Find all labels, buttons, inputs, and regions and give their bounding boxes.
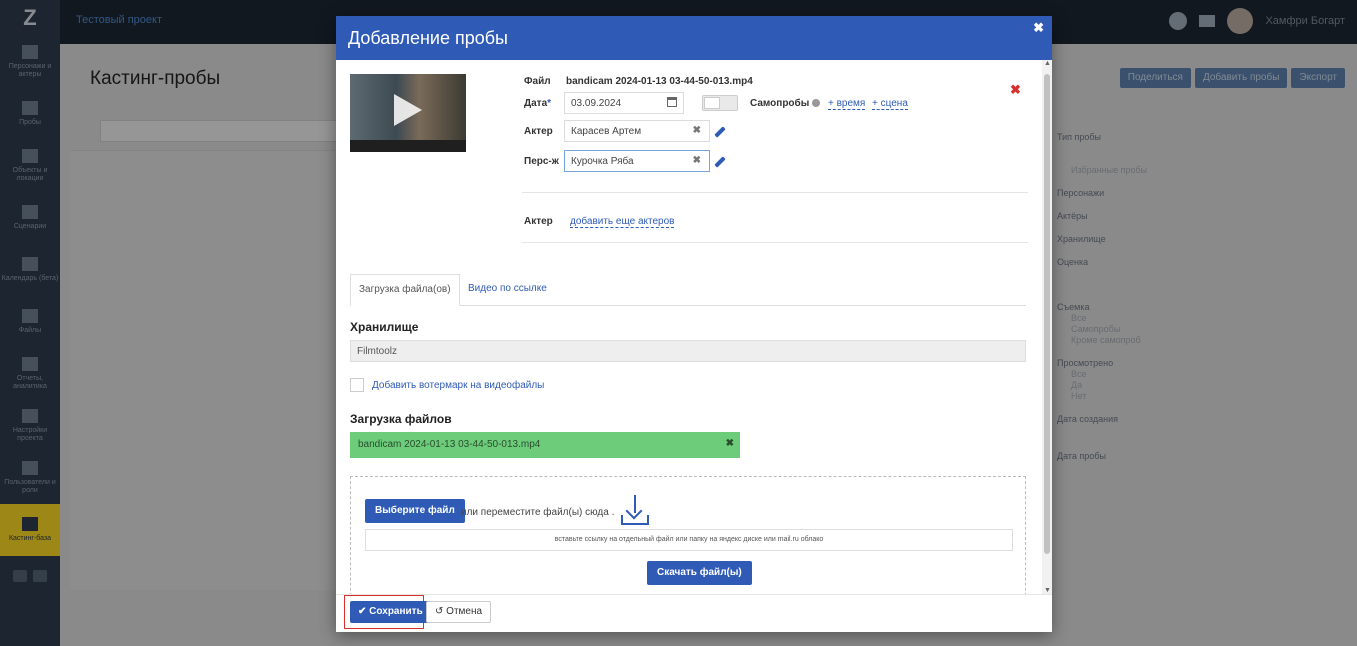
cancel-label: Отмена (446, 606, 483, 617)
remove-uploaded-icon[interactable]: ✖ (726, 438, 734, 449)
toggle-knob (704, 97, 720, 109)
add-more-actors-link[interactable]: добавить еще актеров (570, 216, 675, 228)
modal-title: Добавление пробы (348, 28, 508, 48)
video-frame-band (350, 140, 466, 152)
modal-scrollbar[interactable]: ▲ ▼ (1042, 60, 1052, 594)
drop-zone[interactable]: Выберите файл или переместите файл(ы) сю… (350, 476, 1026, 594)
date-label: Дата* (524, 98, 551, 109)
character-field[interactable]: Курочка Ряба ✖ (564, 150, 710, 172)
modal-body: Файл bandicam 2024-01-13 03-44-50-013.mp… (336, 60, 1042, 594)
save-label: Сохранить (369, 606, 423, 617)
tab-video-link[interactable]: Видео по ссылке (460, 274, 555, 306)
actor-field[interactable]: Карасев Артем ✖ (564, 120, 710, 142)
edit-actor-icon[interactable] (714, 126, 726, 138)
character-value: Курочка Ряба (571, 156, 634, 167)
scroll-up-icon[interactable]: ▲ (1044, 60, 1051, 67)
self-probe-toggle[interactable] (702, 95, 738, 111)
play-icon[interactable] (394, 94, 422, 126)
edit-character-icon[interactable] (714, 156, 726, 168)
watermark-checkbox[interactable] (350, 378, 364, 392)
date-field[interactable]: 03.09.2024 (564, 92, 684, 114)
choose-file-button[interactable]: Выберите файл (365, 499, 465, 523)
upload-tabs: Загрузка файла(ов) Видео по ссылке (350, 274, 1026, 306)
download-icon-tray (621, 515, 649, 525)
clear-character-icon[interactable]: ✖ (693, 155, 701, 166)
date-label-text: Дата (524, 98, 548, 109)
close-icon[interactable]: ✖ (1033, 20, 1044, 36)
file-name: bandicam 2024-01-13 03-44-50-013.mp4 (566, 76, 753, 87)
divider (522, 192, 1028, 193)
scroll-thumb[interactable] (1044, 74, 1050, 554)
storage-field: Filmtoolz (350, 340, 1026, 362)
clear-actor-icon[interactable]: ✖ (693, 125, 701, 136)
storage-title: Хранилище (350, 320, 419, 334)
file-label: Файл (524, 76, 551, 87)
actor2-label: Актер (524, 216, 553, 227)
required-mark: * (547, 98, 552, 109)
uploaded-file-name: bandicam 2024-01-13 03-44-50-013.mp4 (358, 439, 541, 450)
character-label: Перс-ж (524, 156, 559, 167)
self-probe-text: Самопробы (750, 98, 810, 109)
divider (522, 242, 1028, 243)
download-files-button[interactable]: Скачать файл(ы) (647, 561, 752, 585)
video-thumbnail[interactable] (350, 74, 466, 152)
remove-file-icon[interactable]: ✖ (1010, 82, 1021, 98)
calendar-icon[interactable] (667, 97, 677, 107)
modal-footer: ✔ Сохранить ↺ Отмена (336, 594, 1052, 632)
save-button[interactable]: ✔ Сохранить (350, 601, 431, 623)
uploaded-file-row: bandicam 2024-01-13 03-44-50-013.mp4 ✖ (350, 432, 740, 458)
upload-title: Загрузка файлов (350, 412, 452, 426)
actor-label: Актер (524, 126, 553, 137)
drop-hint: или переместите файл(ы) сюда . (461, 507, 615, 518)
watermark-label[interactable]: Добавить вотермарк на видеофайлы (372, 380, 544, 391)
date-value: 03.09.2024 (571, 98, 622, 109)
self-probe-label: Самопробы (750, 98, 821, 109)
add-scene-link[interactable]: + сцена (872, 98, 908, 110)
cancel-button[interactable]: ↺ Отмена (426, 601, 492, 623)
add-time-link[interactable]: + время (828, 98, 866, 110)
add-probe-modal: Добавление пробы ✖ Файл bandicam 2024-01… (336, 16, 1052, 632)
scroll-down-icon[interactable]: ▼ (1044, 587, 1051, 594)
url-input[interactable]: вставьте ссылку на отдельный файл или па… (365, 529, 1013, 551)
info-icon[interactable] (812, 99, 821, 108)
download-icon (621, 495, 649, 525)
tab-file-upload[interactable]: Загрузка файла(ов) (350, 274, 460, 306)
modal-header: Добавление пробы ✖ (336, 16, 1052, 60)
actor-value: Карасев Артем (571, 126, 642, 137)
